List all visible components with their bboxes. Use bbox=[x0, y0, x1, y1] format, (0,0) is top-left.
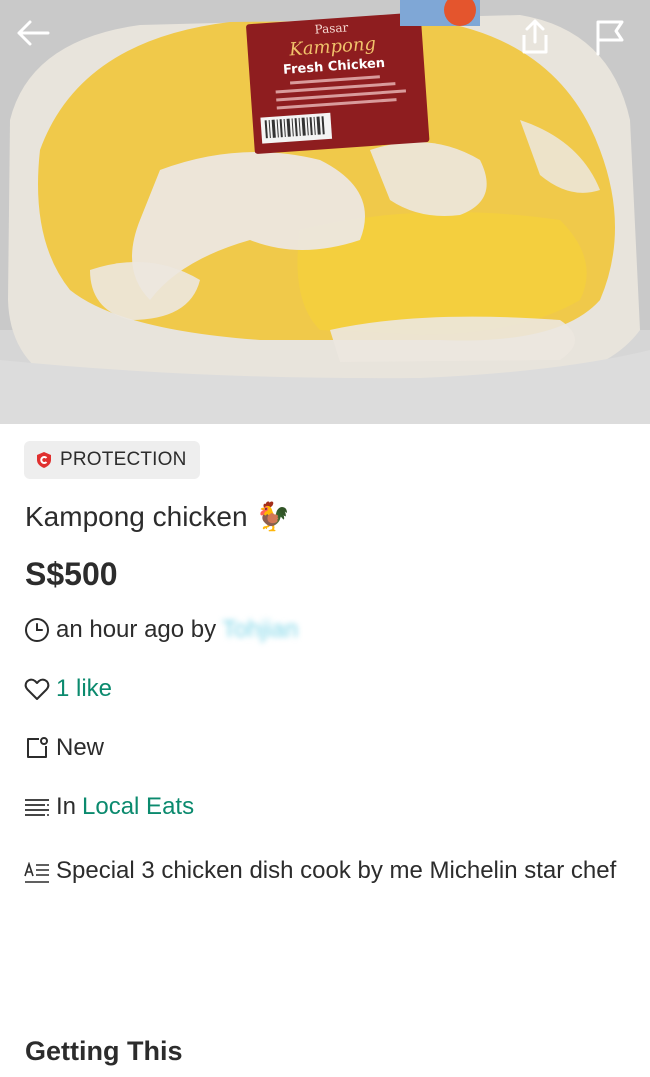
share-icon bbox=[522, 19, 548, 54]
flag-icon bbox=[596, 20, 624, 56]
share-button[interactable] bbox=[518, 18, 562, 62]
back-arrow-icon bbox=[17, 20, 50, 46]
svg-text:Pasar: Pasar bbox=[314, 20, 349, 36]
protection-badge[interactable]: PROTECTION bbox=[24, 441, 200, 479]
listing-price: S$500 bbox=[25, 556, 118, 592]
tag-icon bbox=[24, 735, 50, 761]
protection-label: PROTECTION bbox=[60, 449, 187, 470]
description-row: Special 3 chicken dish cook by me Michel… bbox=[24, 848, 624, 902]
report-button[interactable] bbox=[592, 18, 636, 62]
listing-photo[interactable]: Pasar Kampong Fresh Chicken bbox=[0, 0, 650, 424]
shield-icon bbox=[37, 452, 51, 468]
likes-count[interactable]: 1 like bbox=[56, 675, 112, 703]
description-text: Special 3 chicken dish cook by me Michel… bbox=[56, 857, 617, 884]
list-icon bbox=[24, 794, 50, 820]
posted-time: an hour ago by bbox=[56, 616, 217, 643]
condition-row: New bbox=[24, 734, 104, 762]
listing-title: Kampong chicken 🐓 bbox=[25, 500, 290, 533]
posted-row: an hour ago by Tohjian bbox=[24, 616, 298, 644]
back-button[interactable] bbox=[14, 18, 58, 62]
clock-icon bbox=[24, 617, 50, 643]
listing-title-text: Kampong chicken bbox=[25, 500, 248, 532]
seller-name[interactable]: Tohjian bbox=[222, 616, 298, 644]
condition-value: New bbox=[56, 734, 105, 761]
getting-this-heading: Getting This bbox=[25, 1036, 183, 1066]
heart-icon[interactable] bbox=[24, 676, 50, 702]
chicken-photo-illustration: Pasar Kampong Fresh Chicken bbox=[0, 0, 650, 424]
rooster-emoji: 🐓 bbox=[255, 501, 291, 532]
category-prefix: In bbox=[56, 793, 77, 820]
text-icon bbox=[24, 848, 50, 902]
category-link[interactable]: Local Eats bbox=[82, 793, 194, 821]
category-row: In Local Eats bbox=[24, 793, 194, 821]
likes-row[interactable]: 1 like bbox=[24, 675, 112, 703]
